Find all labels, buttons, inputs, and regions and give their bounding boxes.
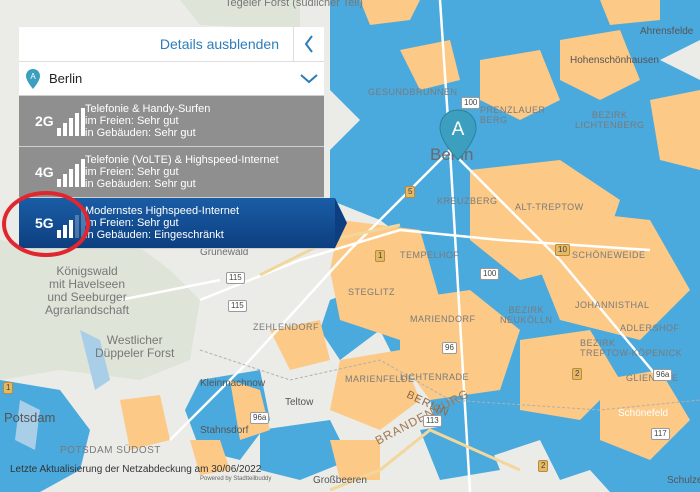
network-generation: 4G <box>35 164 54 180</box>
highlight-circle <box>2 191 90 257</box>
map-marker-icon: A <box>439 109 477 161</box>
label-adlershof: ADLERSHOF <box>620 323 680 333</box>
label-ahrensfelde: Ahrensfelde <box>640 26 694 37</box>
label-mariendorf: MARIENDORF <box>410 314 476 324</box>
label-westlicher-dueppeler-forst: Westlicher Düppeler Forst <box>95 333 175 360</box>
network-outdoor: im Freien: Sehr gut <box>85 115 179 127</box>
label-tegeler-forst: Tegeler Forst (südlicher Teil) <box>225 0 363 9</box>
road-shield: 115 <box>228 300 247 312</box>
network-title: Telefonie (VoLTE) & Highspeed-Internet <box>85 154 279 166</box>
label-kleinmachnow: Kleinmachnow <box>200 378 266 389</box>
label-alt-treptow: ALT-TREPTOW <box>515 202 584 212</box>
network-indoor: in Gebäuden: Sehr gut <box>85 127 196 139</box>
label-gesundbrunnen: GESUNDBRUNNEN <box>368 87 458 97</box>
label-prenzlauer-berg: PRENZLAUER BERG <box>480 105 546 125</box>
network-row-2g[interactable]: 2G Telefonie & Handy-Surfen im Freien: S… <box>19 96 324 147</box>
powered-by: Powered by Stadtteilbuddy <box>200 476 272 482</box>
panel-header: Details ausblenden <box>19 27 324 62</box>
label-schulzendorf: Schulze <box>667 475 700 486</box>
label-schoenefeld: Schönefeld <box>618 408 669 419</box>
location-name: Berlin <box>49 71 83 86</box>
label-tempelhof: TEMPELHOF <box>400 250 460 260</box>
location-selector[interactable]: A Berlin <box>19 62 324 96</box>
road-shield: 113 <box>423 415 442 427</box>
location-pin[interactable]: A <box>438 108 478 163</box>
label-potsdam-suedost: POTSDAM SÜDOST <box>60 445 161 456</box>
road-shield: 117 <box>651 428 670 440</box>
map-footer: Letzte Aktualisierung der Netzabdeckung … <box>10 464 271 482</box>
road-shield: 1 <box>375 250 386 262</box>
road-shield: 1 <box>3 382 14 394</box>
label-grossbeeren: Großbeeren <box>313 475 367 486</box>
road-shield: 2 <box>538 460 549 472</box>
chevron-down-icon[interactable] <box>300 73 318 84</box>
road-shield: 100 <box>480 268 500 280</box>
label-kreuzberg: KREUZBERG <box>437 196 498 206</box>
road-shield: 2 <box>572 368 583 380</box>
network-title: Telefonie & Handy-Surfen <box>85 103 211 115</box>
road-shield: 96a <box>653 369 673 381</box>
selected-indicator <box>335 198 347 248</box>
label-hohenschoenhausen: Hohenschönhausen <box>570 55 659 66</box>
road-shield: 115 <box>226 272 245 284</box>
label-marienfelde: MARIENFELDE <box>345 374 415 384</box>
network-outdoor: im Freien: Sehr gut <box>85 217 179 229</box>
label-potsdam: Potsdam <box>4 410 56 425</box>
label-schoeneweide: SCHÖNEWEIDE <box>572 250 646 260</box>
road-shield: 10 <box>555 244 570 256</box>
network-outdoor: im Freien: Sehr gut <box>85 166 179 178</box>
label-bezirk-treptow-koepenick: BEZIRK TREPTOW-KÖPENICK <box>580 338 683 358</box>
label-zehlendorf: ZEHLENDORF <box>253 322 320 332</box>
hide-details-link[interactable]: Details ausblenden <box>160 36 279 52</box>
label-koenigswald: Königswald mit Havelseen und Seeburger A… <box>45 264 130 317</box>
road-shield: 5 <box>405 186 416 198</box>
collapse-panel-button[interactable] <box>293 27 324 61</box>
signal-bars-icon <box>57 106 85 136</box>
label-bezirk-neukoelln: BEZIRK NEUKÖLLN <box>500 305 553 325</box>
label-steglitz: STEGLITZ <box>348 287 396 297</box>
location-pin-icon: A <box>26 68 40 89</box>
chevron-left-icon <box>304 35 313 53</box>
pin-label: A <box>452 119 465 140</box>
road-shield: 96 <box>442 342 457 354</box>
svg-text:A: A <box>30 72 36 81</box>
label-johannisthal: JOHANNISTHAL <box>575 300 650 310</box>
network-generation: 2G <box>35 113 54 129</box>
label-bezirk-lichtenberg: BEZIRK LICHTENBERG <box>575 110 645 130</box>
label-teltow: Teltow <box>285 397 314 408</box>
signal-bars-icon <box>57 157 85 187</box>
road-shield: 96a <box>250 412 270 424</box>
network-indoor: in Gebäuden: Eingeschränkt <box>85 229 224 241</box>
network-indoor: in Gebäuden: Sehr gut <box>85 178 196 190</box>
update-note: Letzte Aktualisierung der Netzabdeckung … <box>10 464 262 475</box>
label-stahnsdorf: Stahnsdorf <box>200 425 249 436</box>
network-title: Modernstes Highspeed-Internet <box>85 205 240 217</box>
